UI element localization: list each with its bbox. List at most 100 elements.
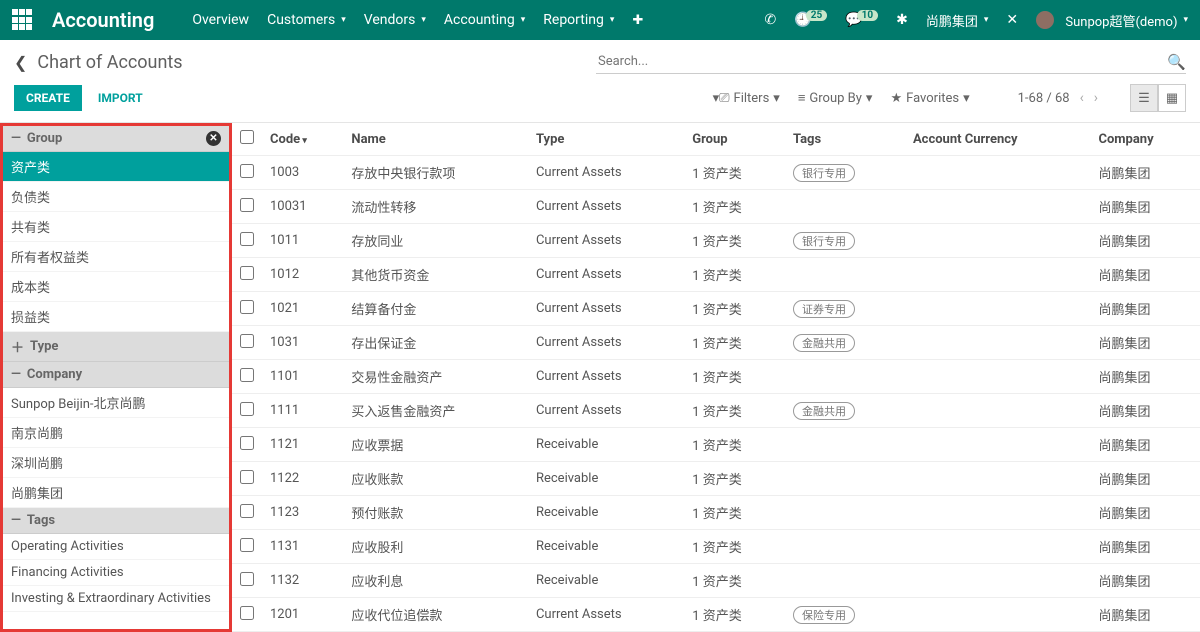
table-row[interactable]: 1101交易性金融资产Current Assets1 资产类尚鹏集团 xyxy=(232,360,1200,394)
col-name[interactable]: Name xyxy=(343,123,528,156)
cell-name: 应收账款 xyxy=(343,462,528,496)
facet-item[interactable]: Financing Activities xyxy=(3,560,229,586)
nav-accounting[interactable]: Accounting xyxy=(444,12,525,28)
pager-range[interactable]: 1-68 / 68 xyxy=(1018,91,1070,106)
search-input[interactable] xyxy=(596,50,1167,73)
select-all-checkbox[interactable] xyxy=(240,130,254,144)
facet-item[interactable]: 南京尚鹏 xyxy=(3,418,229,448)
import-button[interactable]: IMPORT xyxy=(98,91,143,105)
select-all-header[interactable] xyxy=(232,123,262,156)
facet-item[interactable]: 所有者权益类 xyxy=(3,242,229,272)
nav-reporting[interactable]: Reporting xyxy=(543,12,614,28)
user-menu[interactable]: Sunpop超管(demo) xyxy=(1036,11,1188,30)
pager-prev[interactable]: ‹ xyxy=(1080,90,1084,106)
cell-code: 1021 xyxy=(262,292,343,326)
facet-type-header[interactable]: ＋Type xyxy=(3,332,229,362)
col-group[interactable]: Group xyxy=(684,123,785,156)
nav-overview[interactable]: Overview xyxy=(192,12,249,28)
facet-item[interactable]: Investing & Extraordinary Activities xyxy=(3,586,229,612)
cell-currency xyxy=(905,530,1091,564)
facet-company-header[interactable]: —Company xyxy=(3,362,229,388)
app-brand[interactable]: Accounting xyxy=(52,8,154,32)
nav-customers[interactable]: Customers xyxy=(267,12,346,28)
phone-icon[interactable]: ✆ xyxy=(765,12,777,28)
row-checkbox[interactable] xyxy=(240,504,254,518)
table-row[interactable]: 1011存放同业Current Assets1 资产类银行专用尚鹏集团 xyxy=(232,224,1200,258)
list-view-button[interactable]: ☰ xyxy=(1130,84,1158,112)
groupby-menu[interactable]: ≡ Group By ▾ xyxy=(798,90,873,106)
col-type[interactable]: Type xyxy=(528,123,684,156)
facet-item[interactable]: 损益类 xyxy=(3,302,229,332)
table-row[interactable]: 1121应收票据Receivable1 资产类尚鹏集团 xyxy=(232,428,1200,462)
chat-icon[interactable]: 💬10 xyxy=(845,12,878,28)
row-checkbox[interactable] xyxy=(240,334,254,348)
col-account-currency[interactable]: Account Currency xyxy=(905,123,1091,156)
tag: 银行专用 xyxy=(793,164,855,182)
row-checkbox[interactable] xyxy=(240,436,254,450)
cell-code: 1131 xyxy=(262,530,343,564)
row-checkbox[interactable] xyxy=(240,606,254,620)
row-checkbox[interactable] xyxy=(240,470,254,484)
add-menu[interactable]: ✚ xyxy=(632,13,643,28)
debug-icon[interactable]: ✱ xyxy=(896,12,908,28)
row-checkbox[interactable] xyxy=(240,402,254,416)
cell-currency xyxy=(905,598,1091,632)
back-icon[interactable]: ❮ xyxy=(14,53,27,72)
cell-code: 1111 xyxy=(262,394,343,428)
pager-next[interactable]: › xyxy=(1094,90,1098,106)
row-checkbox[interactable] xyxy=(240,572,254,586)
facet-tags-header[interactable]: —Tags xyxy=(3,508,229,534)
search-icon[interactable]: 🔍 xyxy=(1167,53,1186,71)
table-row[interactable]: 1131应收股利Receivable1 资产类尚鹏集团 xyxy=(232,530,1200,564)
nav-vendors[interactable]: Vendors xyxy=(364,12,426,28)
facet-company-title: Company xyxy=(27,367,82,382)
cell-code: 1201 xyxy=(262,598,343,632)
favorites-menu[interactable]: ★ Favorites ▾ xyxy=(890,91,969,106)
row-checkbox[interactable] xyxy=(240,232,254,246)
col-tags[interactable]: Tags xyxy=(785,123,905,156)
search-box[interactable]: 🔍 xyxy=(596,50,1186,74)
col-company[interactable]: Company xyxy=(1090,123,1200,156)
row-checkbox[interactable] xyxy=(240,300,254,314)
facet-item[interactable]: Sunpop Beijin-北京尚鹏 xyxy=(3,388,229,418)
cell-type: Receivable xyxy=(528,530,684,564)
create-button[interactable]: CREATE xyxy=(14,85,82,111)
table-row[interactable]: 1132应收利息Receivable1 资产类尚鹏集团 xyxy=(232,564,1200,598)
table-row[interactable]: 1123预付账款Receivable1 资产类尚鹏集团 xyxy=(232,496,1200,530)
table-row[interactable]: 1021结算备付金Current Assets1 资产类证券专用尚鹏集团 xyxy=(232,292,1200,326)
activity-icon[interactable]: 🕘25 xyxy=(794,12,827,28)
accounts-table: CodeNameTypeGroupTagsAccount CurrencyCom… xyxy=(232,123,1200,632)
kanban-view-button[interactable]: ▦ xyxy=(1158,84,1186,112)
view-switcher: ☰ ▦ xyxy=(1130,84,1186,112)
facet-group-header[interactable]: —Group✕ xyxy=(3,126,229,152)
facet-item[interactable]: 尚鹏集团 xyxy=(3,478,229,508)
row-checkbox[interactable] xyxy=(240,198,254,212)
facet-item[interactable]: Operating Activities xyxy=(3,534,229,560)
table-row[interactable]: 1012其他货币资金Current Assets1 资产类尚鹏集团 xyxy=(232,258,1200,292)
facet-item[interactable]: 深圳尚鹏 xyxy=(3,448,229,478)
col-code[interactable]: Code xyxy=(262,123,343,156)
cell-company: 尚鹏集团 xyxy=(1090,292,1200,326)
clear-group-icon[interactable]: ✕ xyxy=(206,131,221,146)
facet-item[interactable]: 成本类 xyxy=(3,272,229,302)
row-checkbox[interactable] xyxy=(240,538,254,552)
apps-icon[interactable] xyxy=(12,9,34,31)
table-row[interactable]: 1201应收代位追偿款Current Assets1 资产类保险专用尚鹏集团 xyxy=(232,598,1200,632)
facet-item[interactable]: 负债类 xyxy=(3,182,229,212)
table-row[interactable]: 1122应收账款Receivable1 资产类尚鹏集团 xyxy=(232,462,1200,496)
row-checkbox[interactable] xyxy=(240,368,254,382)
company-switcher[interactable]: 尚鹏集团 xyxy=(926,11,989,30)
filters-menu[interactable]: ▾⎚ Filters ▾ xyxy=(713,91,780,106)
table-row[interactable]: 1003存放中央银行款项Current Assets1 资产类银行专用尚鹏集团 xyxy=(232,156,1200,190)
table-row[interactable]: 1111买入返售金融资产Current Assets1 资产类金融共用尚鹏集团 xyxy=(232,394,1200,428)
table-row[interactable]: 10031流动性转移Current Assets1 资产类尚鹏集团 xyxy=(232,190,1200,224)
facet-item[interactable]: 共有类 xyxy=(3,212,229,242)
table-row[interactable]: 1031存出保证金Current Assets1 资产类金融共用尚鹏集团 xyxy=(232,326,1200,360)
close-icon[interactable]: ✕ xyxy=(1006,12,1018,28)
cell-tags: 金融共用 xyxy=(785,326,905,360)
facet-item[interactable]: 资产类 xyxy=(3,152,229,182)
cell-company: 尚鹏集团 xyxy=(1090,360,1200,394)
row-checkbox[interactable] xyxy=(240,266,254,280)
cell-company: 尚鹏集团 xyxy=(1090,428,1200,462)
row-checkbox[interactable] xyxy=(240,164,254,178)
